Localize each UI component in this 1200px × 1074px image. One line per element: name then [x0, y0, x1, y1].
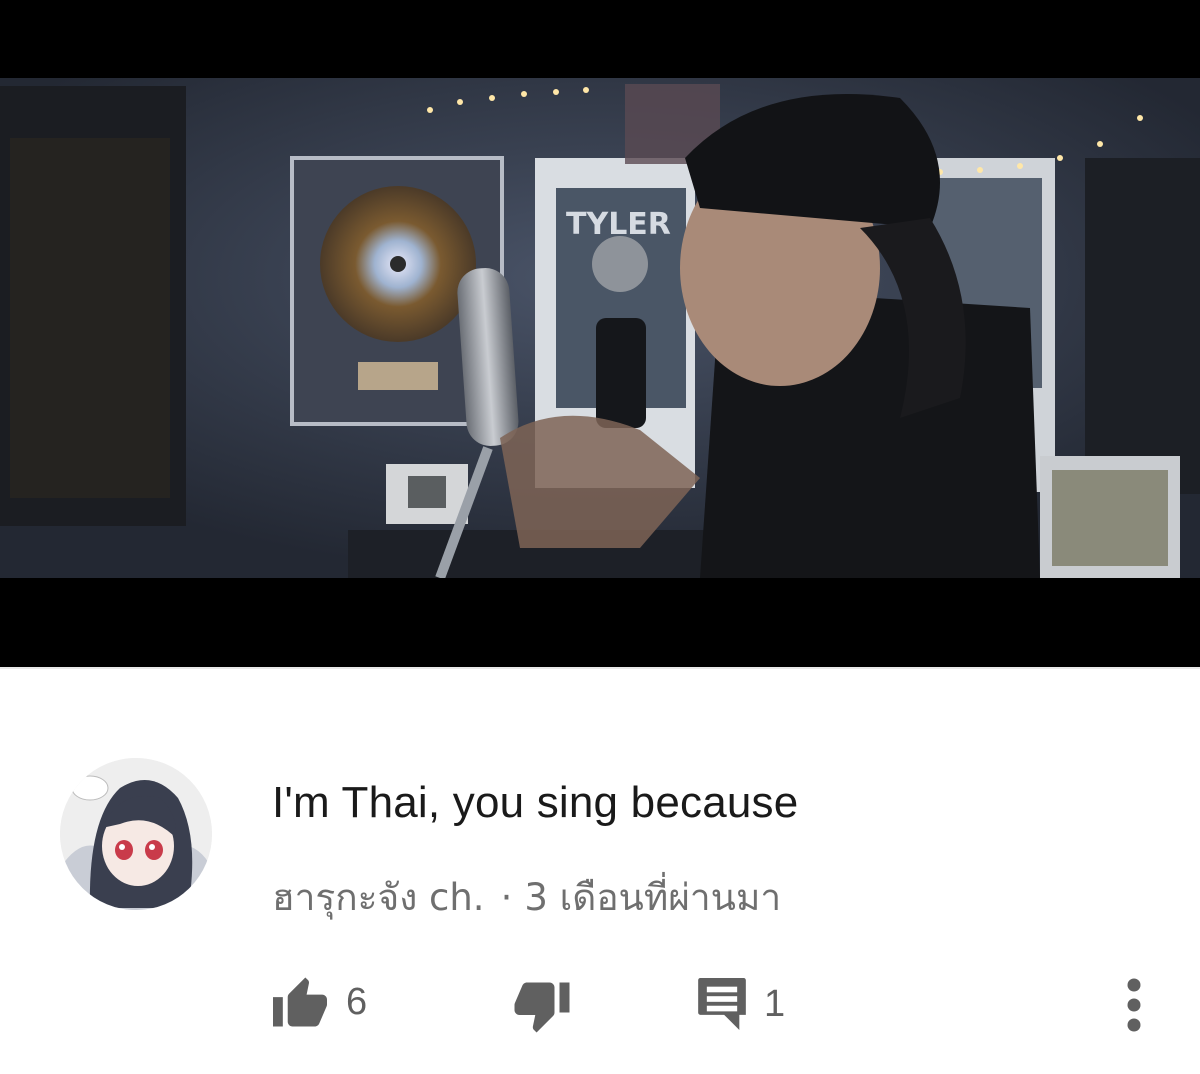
screenshot: TYLER I'm Thai, you sing because ฮารุกะจ… [0, 0, 1200, 1074]
video-frame: TYLER [0, 78, 1200, 578]
like-count: 6 [346, 980, 368, 1023]
comment-body: I'm Thai, you sing because [272, 778, 799, 827]
thumbs-up-icon [273, 977, 327, 1027]
comment-author[interactable]: ฮารุกะจัง ch. [272, 876, 485, 919]
author-avatar[interactable] [60, 758, 212, 910]
comment-icon [698, 978, 746, 1030]
reply-button[interactable]: 1 [696, 975, 785, 1033]
more-vertical-icon [1127, 978, 1141, 1032]
like-button[interactable]: 6 [270, 975, 367, 1029]
more-options-button[interactable] [1118, 975, 1150, 1035]
comment-meta: ฮารุกะจัง ch. · 3 เดือนที่ผ่านมา [272, 868, 781, 927]
thumbs-down-icon [514, 982, 570, 1033]
reply-count: 1 [764, 982, 786, 1025]
video-player[interactable]: TYLER [0, 0, 1200, 667]
comment-actions: 6 1 [0, 975, 1200, 1039]
dislike-button[interactable] [512, 975, 572, 1035]
anime-girl-avatar-image [60, 758, 212, 910]
video-still: TYLER [0, 78, 1200, 578]
section-divider [0, 667, 1200, 669]
meta-separator: · [500, 876, 513, 919]
comment-time: 3 เดือนที่ผ่านมา [524, 876, 782, 919]
